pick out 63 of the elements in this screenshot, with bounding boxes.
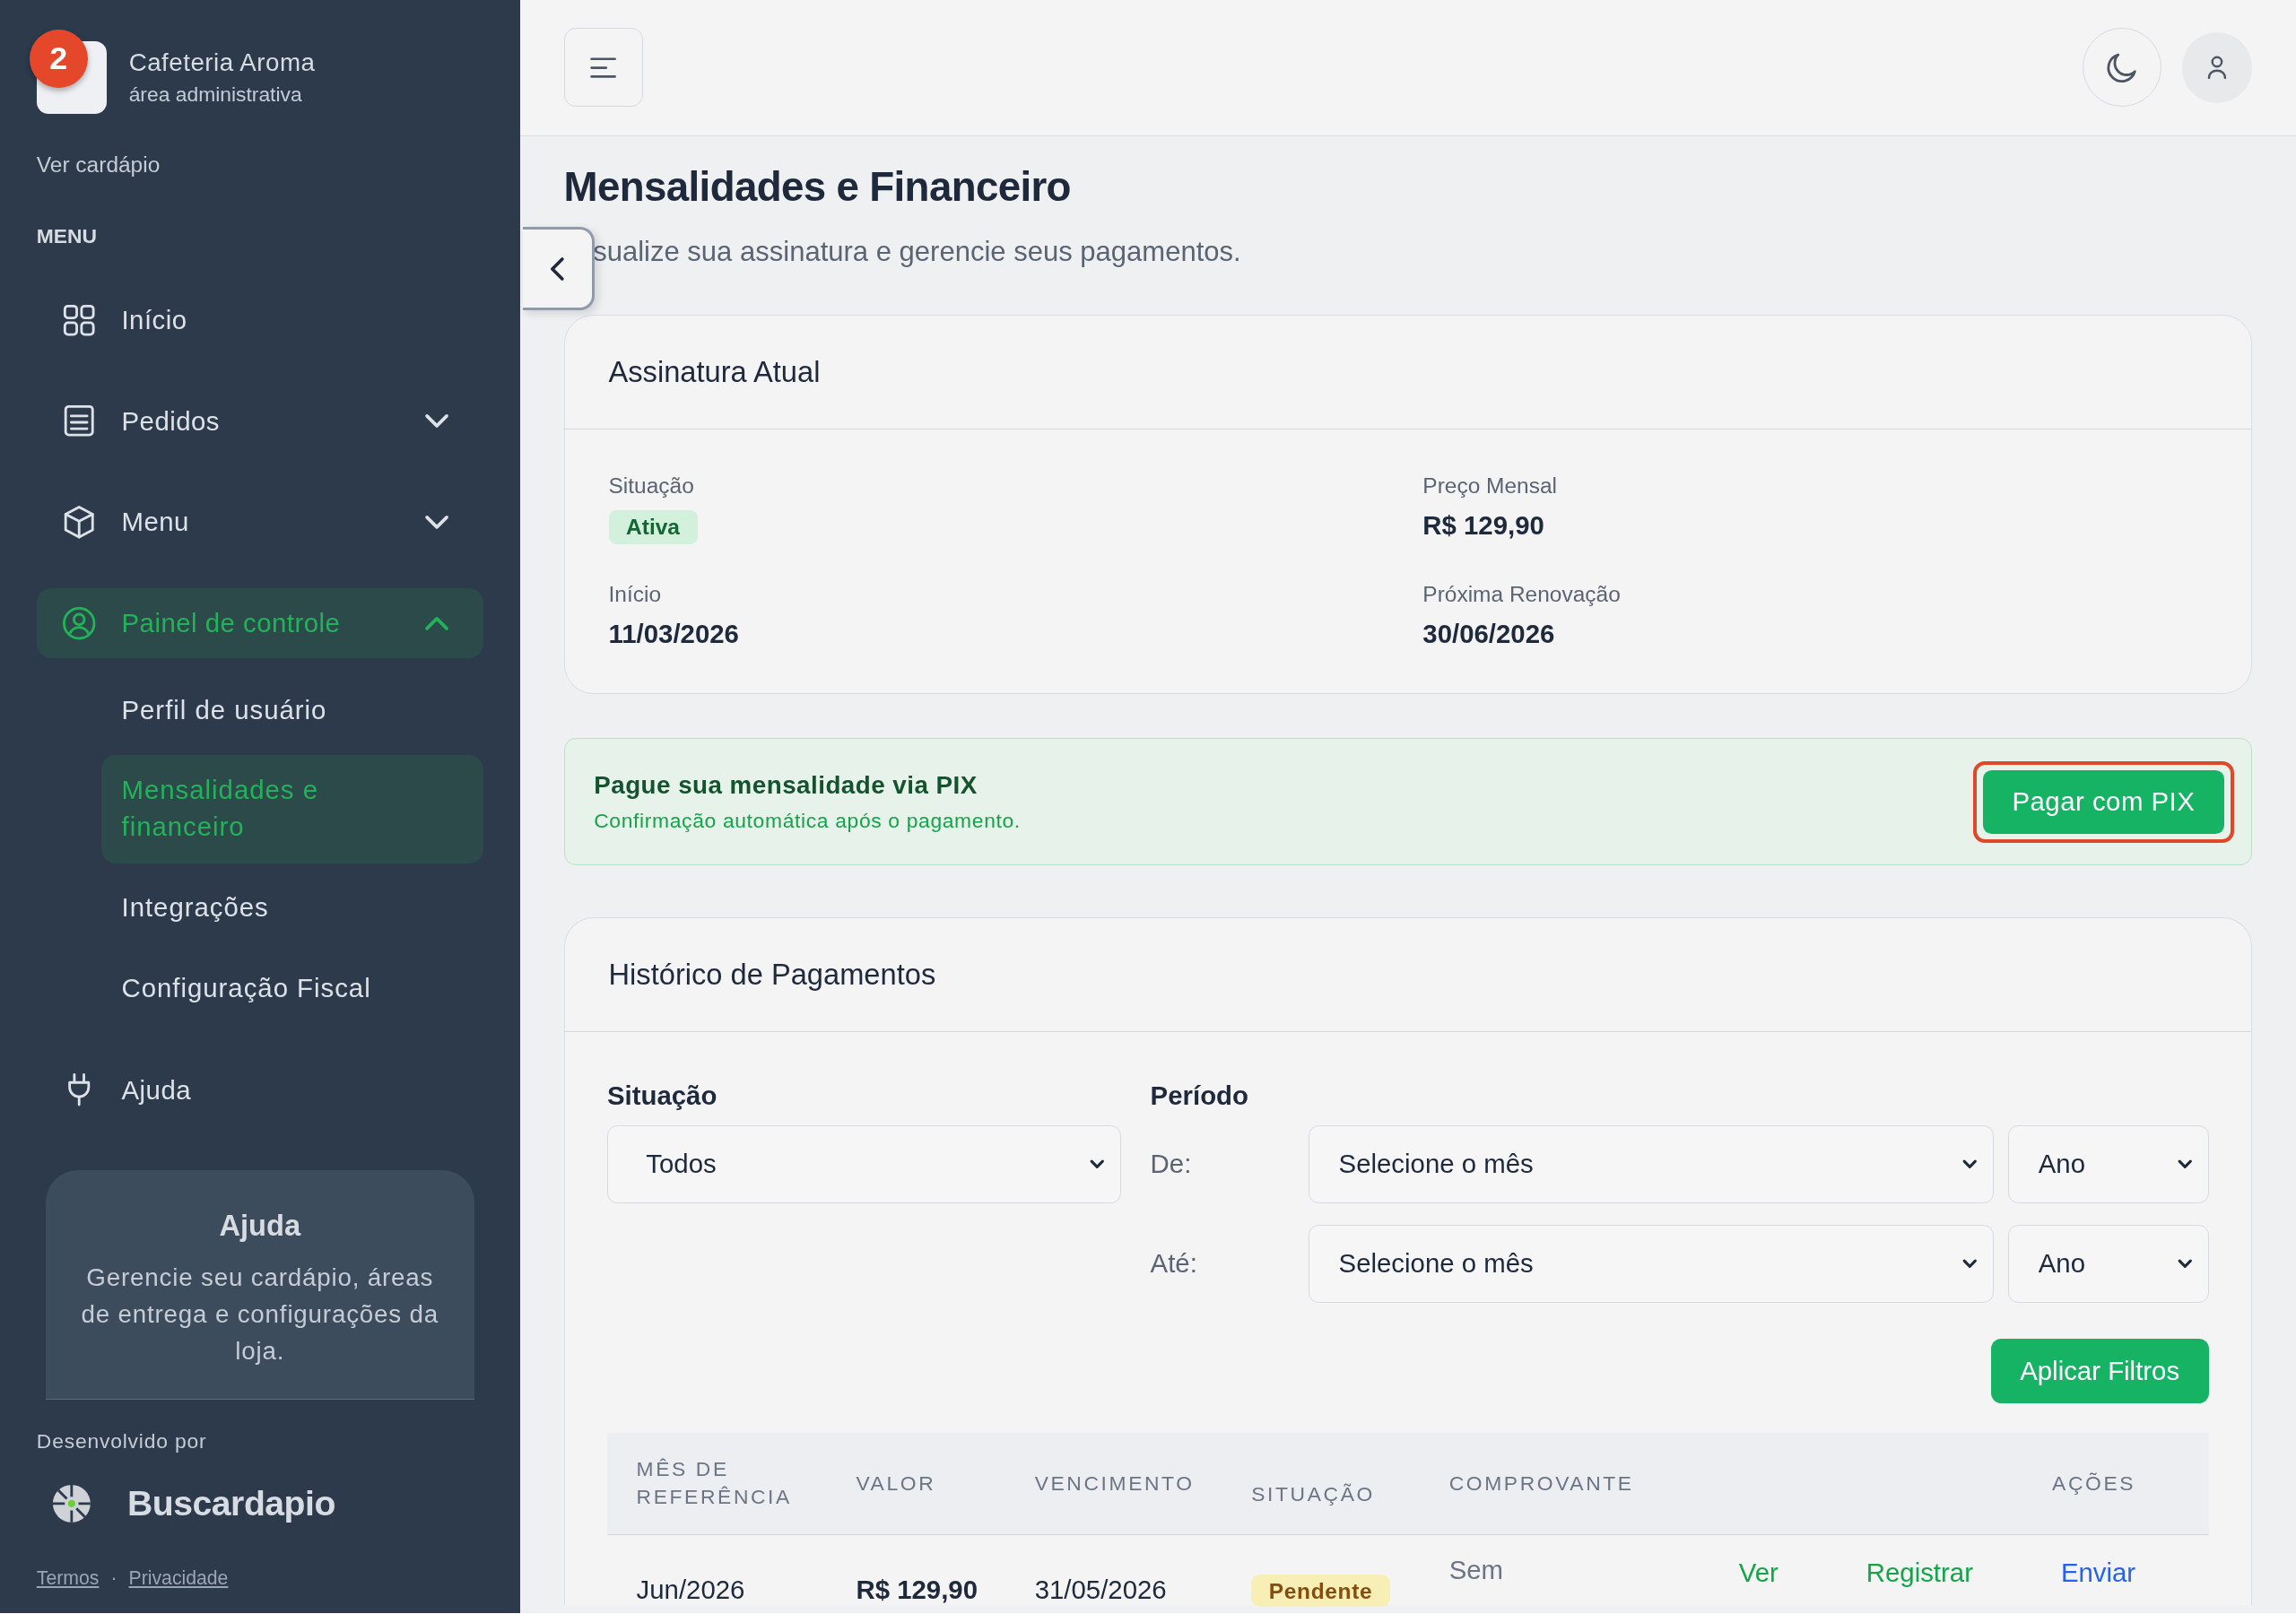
column-header: VENCIMENTO [1034,1470,1196,1497]
field-value: 11/03/2026 [608,619,739,650]
range-label: Até: [1150,1248,1198,1280]
status-badge: Pendente [1251,1574,1390,1608]
view-menu-link[interactable]: Ver cardápio [36,152,161,178]
nav-item[interactable]: Ajuda [36,1054,483,1125]
submenu-item[interactable]: Mensalidades e financeiro [100,754,483,863]
chevron-left-icon [551,256,564,281]
store-name: Cafeteria Aroma [128,48,316,77]
year-select[interactable]: Ano [2008,1225,2209,1303]
card-title: Assinatura Atual [564,315,2252,430]
column-header: AÇÕES [2051,1470,2137,1497]
pix-note: Confirmação automática após o pagamento. [594,808,1021,833]
nav-item[interactable]: Pedidos [36,386,483,456]
month-select[interactable]: Selecione o mês [1308,1125,1994,1203]
year-select[interactable]: Ano [2008,1125,2209,1203]
month-select[interactable]: Selecione o mês [1308,1225,1994,1303]
page-title: Mensalidades e Financeiro [563,163,1072,211]
field-value: R$ 129,90 [1422,510,1544,542]
field-value: 30/06/2026 [1422,619,1555,650]
filter-label: Situação [606,1080,718,1111]
range-label: De: [1150,1149,1193,1180]
filter-label: Período [1150,1080,1248,1111]
chevron-icon [424,515,448,529]
field-label: Preço Mensal [1422,473,1557,499]
table-cell-text: Jun/2026 [636,1573,746,1605]
submenu-item[interactable]: Integrações [100,872,483,944]
separator-dot: · [110,1567,117,1590]
card-title: Histórico de Pagamentos [564,917,2252,1032]
nav-item[interactable]: Painel de controle [36,587,483,659]
maker-name: Buscardapio [127,1483,335,1523]
table-cell-text: Sem [1448,1554,1505,1587]
step-badge: 2 [29,29,88,88]
action-link[interactable]: Enviar [2060,1552,2136,1591]
credit-label: Desenvolvido por [36,1429,207,1454]
collapse-sidebar-button[interactable] [522,227,595,311]
section-label: MENU [36,224,98,248]
table-cell-text: 31/05/2026 [1034,1573,1168,1605]
page-subtitle: sualize sua assinatura e gerencie seus pagamentos. [593,235,1242,268]
nav-item[interactable]: Início [36,284,483,356]
help-title: Ajuda [219,1208,301,1243]
submenu-item[interactable]: Configuração Fiscal [100,952,483,1025]
help-text: Gerencie seu cardápio, áreas de entrega e configurações da loja. [80,1263,440,1367]
terms-link[interactable]: Termos [36,1567,100,1590]
store-subtitle: área administrativa [128,82,303,108]
column-header: COMPROVANTE [1448,1470,1635,1497]
column-header: MÊS DE REFERÊNCIA [636,1456,793,1511]
column-header: VALOR [856,1470,937,1497]
menu-button[interactable] [563,28,643,108]
field-label: Início [608,582,662,608]
status-badge: Ativa [608,510,698,544]
field-label: Próxima Renovação [1422,582,1621,608]
pix-title: Pague sua mensalidade via PIX [594,771,978,800]
column-header: SITUAÇÃO [1251,1480,1376,1507]
nav-item[interactable]: Menu [36,487,483,558]
chevron-icon [424,414,448,428]
table-cell-text: R$ 129,90 [856,1573,978,1605]
chevron-icon [424,616,448,630]
aperture-logo-icon [51,1482,92,1524]
privacy-link[interactable]: Privacidade [128,1567,229,1590]
status-select[interactable]: Todos [606,1125,1121,1203]
submenu-item[interactable]: Perfil de usuário [100,674,483,747]
field-label: Situação [608,473,694,499]
